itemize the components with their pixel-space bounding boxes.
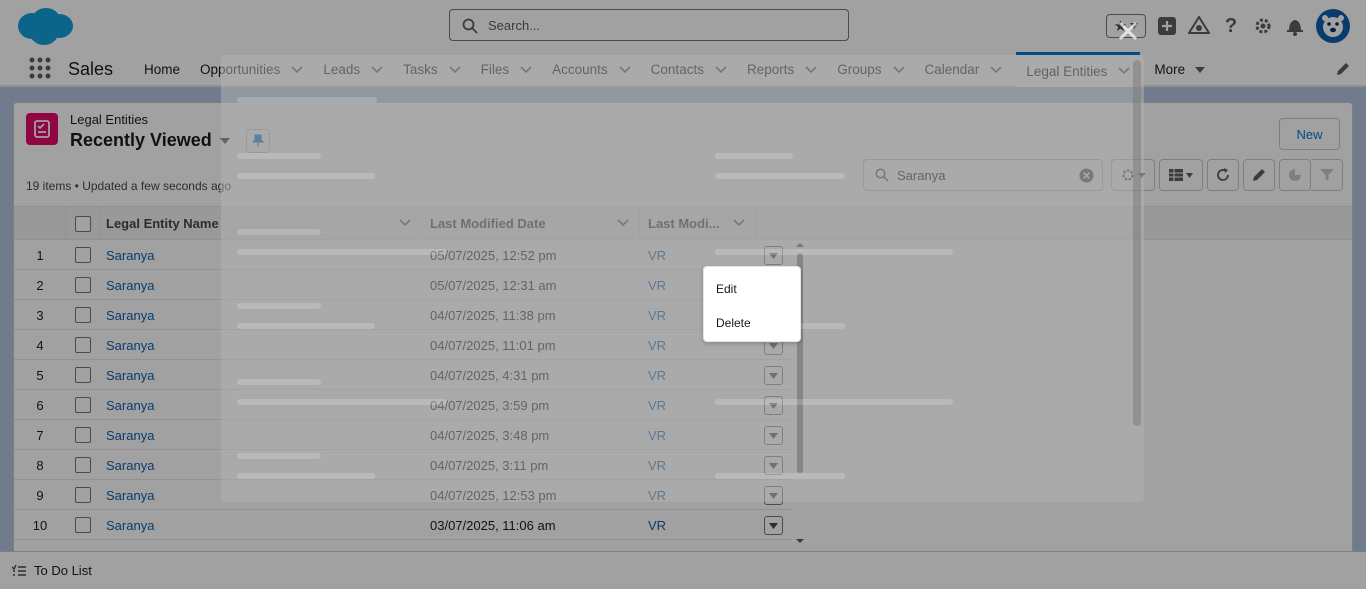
skeleton-line	[237, 303, 321, 309]
skeleton-line	[237, 153, 321, 159]
skeleton-line	[237, 229, 321, 235]
skeleton-line	[715, 249, 953, 255]
skeleton-line	[237, 453, 321, 459]
skeleton-line	[715, 173, 845, 179]
menu-item-delete[interactable]: Delete	[716, 316, 751, 330]
skeleton-line	[715, 473, 845, 479]
skeleton-line	[715, 153, 793, 159]
skeleton-line	[237, 173, 375, 179]
skeleton-line	[237, 399, 447, 405]
row-action-menu: Edit Delete	[703, 266, 801, 342]
skeleton-line	[715, 399, 953, 405]
skeleton-line	[237, 379, 321, 385]
menu-item-edit[interactable]: Edit	[716, 282, 737, 296]
close-icon	[1118, 21, 1138, 41]
skeleton-line	[237, 97, 377, 103]
modal-scrollbar[interactable]	[1133, 60, 1141, 426]
record-modal-loading	[221, 55, 1144, 502]
skeleton-line	[237, 473, 375, 479]
modal-close-button[interactable]	[1112, 15, 1144, 47]
skeleton-line	[237, 323, 375, 329]
skeleton-line	[237, 249, 447, 255]
